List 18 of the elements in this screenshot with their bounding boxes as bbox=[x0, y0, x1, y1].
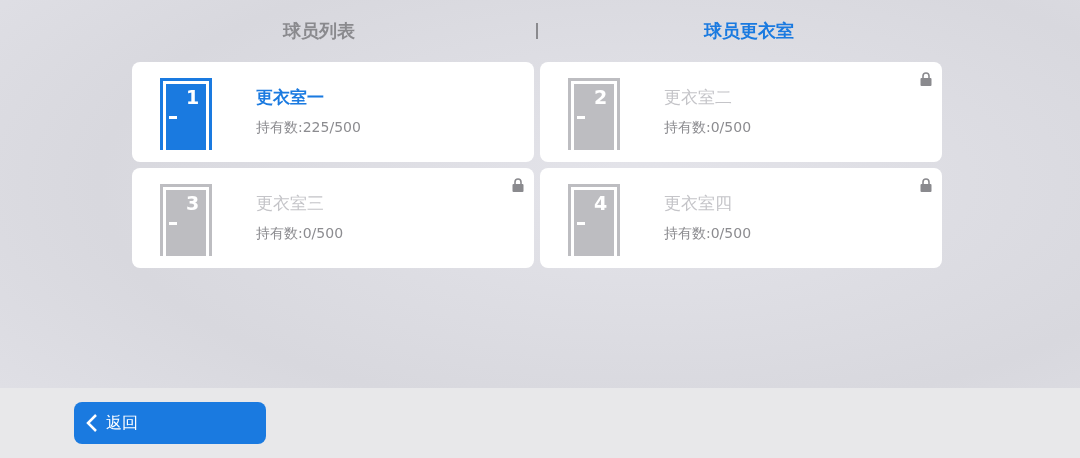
locker-room-card[interactable]: 2 更衣室二 持有数:0/500 bbox=[540, 62, 942, 162]
door-number: 3 bbox=[186, 192, 200, 214]
tab[interactable]: 球员更衣室 bbox=[704, 19, 794, 43]
room-count: 持有数:225/500 bbox=[256, 119, 361, 137]
locker-room-card[interactable]: 1 更衣室一 持有数:225/500 bbox=[132, 62, 534, 162]
chevron-left-icon bbox=[86, 413, 98, 433]
room-count: 持有数:0/500 bbox=[664, 119, 752, 137]
locker-room-card[interactable]: 4 更衣室四 持有数:0/500 bbox=[540, 168, 942, 268]
room-name: 更衣室四 bbox=[664, 192, 733, 215]
door-number: 1 bbox=[186, 86, 200, 108]
room-name: 更衣室一 bbox=[256, 86, 325, 109]
door-number: 4 bbox=[594, 192, 608, 214]
back-button[interactable]: 返回 bbox=[74, 402, 266, 444]
room-count: 持有数:0/500 bbox=[664, 225, 752, 243]
room-count: 持有数:0/500 bbox=[256, 225, 344, 243]
room-name: 更衣室二 bbox=[664, 86, 733, 109]
door-number: 2 bbox=[594, 86, 608, 108]
tab[interactable]: 球员列表 bbox=[278, 19, 360, 43]
